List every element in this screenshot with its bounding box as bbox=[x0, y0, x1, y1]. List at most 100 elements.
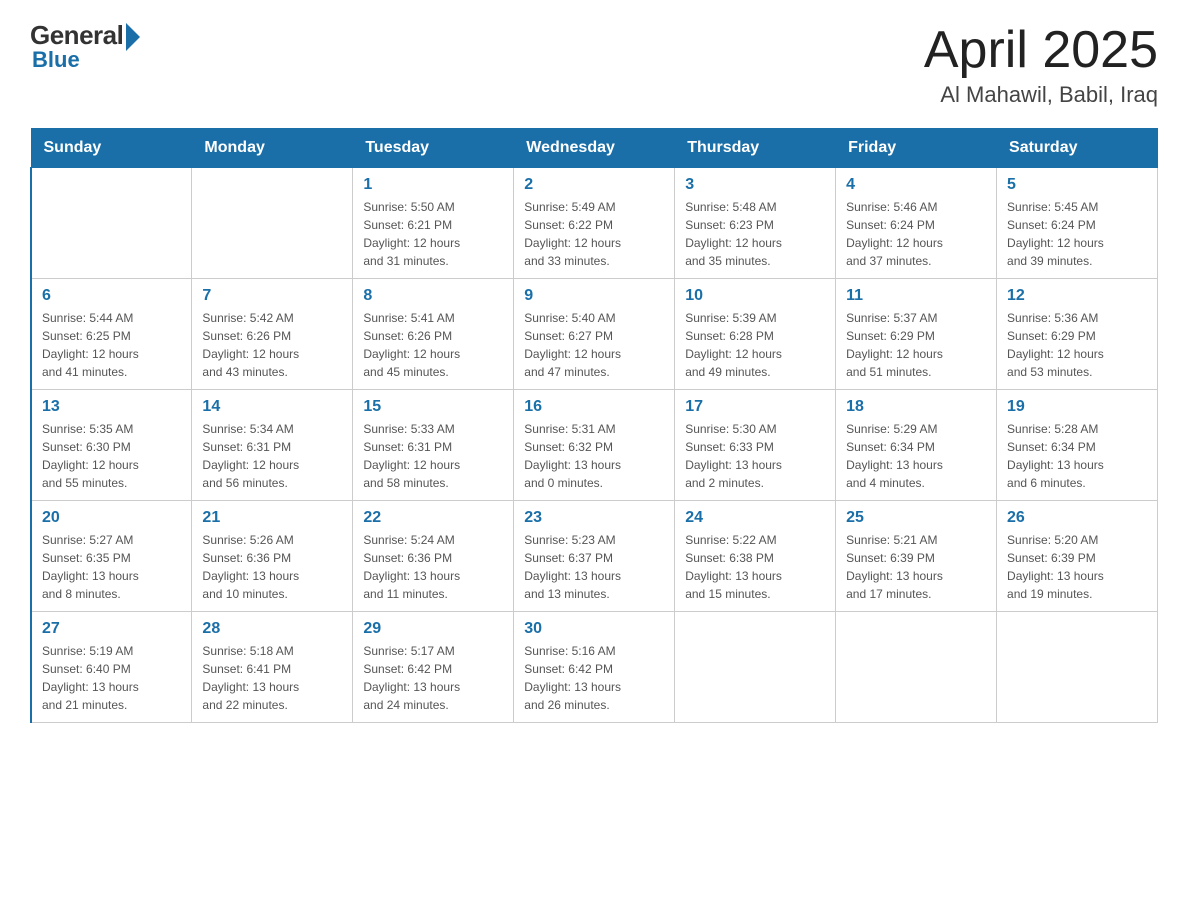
calendar-day-header: Wednesday bbox=[514, 129, 675, 168]
day-info: Sunrise: 5:42 AM Sunset: 6:26 PM Dayligh… bbox=[202, 309, 342, 381]
calendar-cell: 30 Sunrise: 5:16 AM Sunset: 6:42 PM Dayli… bbox=[514, 612, 675, 723]
logo-blue-bottom: Blue bbox=[32, 47, 80, 73]
calendar-cell: 23Sunrise: 5:23 AM Sunset: 6:37 PM Dayli… bbox=[514, 501, 675, 612]
day-number: 9 bbox=[524, 287, 664, 305]
day-info: Sunrise: 5:40 AM Sunset: 6:27 PM Dayligh… bbox=[524, 309, 664, 381]
day-number: 24 bbox=[685, 509, 825, 527]
day-info: Sunrise: 5:29 AM Sunset: 6:34 PM Dayligh… bbox=[846, 420, 986, 492]
day-number: 17 bbox=[685, 398, 825, 416]
day-number: 25 bbox=[846, 509, 986, 527]
calendar-cell bbox=[675, 612, 836, 723]
day-info: Sunrise: 5:31 AM Sunset: 6:32 PM Dayligh… bbox=[524, 420, 664, 492]
calendar-cell: 25 Sunrise: 5:21 AM Sunset: 6:39 PM Dayli… bbox=[836, 501, 997, 612]
title-block: April 2025 Al Mahawil, Babil, Iraq bbox=[924, 20, 1158, 108]
day-number: 22 bbox=[363, 509, 503, 527]
calendar-cell: 27 Sunrise: 5:19 AM Sunset: 6:40 PM Dayli… bbox=[31, 612, 192, 723]
day-number: 14 bbox=[202, 398, 342, 416]
day-info: Sunrise: 5:28 AM Sunset: 6:34 PM Dayligh… bbox=[1007, 420, 1147, 492]
day-number: 27 bbox=[42, 620, 181, 638]
calendar-week-row: 6 Sunrise: 5:44 AM Sunset: 6:25 PM Daylig… bbox=[31, 279, 1158, 390]
day-number: 30 bbox=[524, 620, 664, 638]
day-number: 13 bbox=[42, 398, 181, 416]
calendar-cell: 13 Sunrise: 5:35 AM Sunset: 6:30 PM Dayli… bbox=[31, 390, 192, 501]
logo: General Blue bbox=[30, 20, 142, 73]
calendar-cell: 8 Sunrise: 5:41 AM Sunset: 6:26 PM Daylig… bbox=[353, 279, 514, 390]
calendar-day-header: Friday bbox=[836, 129, 997, 168]
day-number: 11 bbox=[846, 287, 986, 305]
calendar-cell: 14 Sunrise: 5:34 AM Sunset: 6:31 PM Dayli… bbox=[192, 390, 353, 501]
day-info: Sunrise: 5:18 AM Sunset: 6:41 PM Dayligh… bbox=[202, 642, 342, 714]
day-number: 15 bbox=[363, 398, 503, 416]
calendar-cell: 3 Sunrise: 5:48 AM Sunset: 6:23 PM Daylig… bbox=[675, 168, 836, 279]
day-number: 20 bbox=[42, 509, 181, 527]
day-number: 6 bbox=[42, 287, 181, 305]
calendar-cell: 16 Sunrise: 5:31 AM Sunset: 6:32 PM Dayli… bbox=[514, 390, 675, 501]
day-number: 16 bbox=[524, 398, 664, 416]
calendar-title: April 2025 bbox=[924, 20, 1158, 80]
page-header: General Blue April 2025 Al Mahawil, Babi… bbox=[30, 20, 1158, 108]
calendar-cell: 7 Sunrise: 5:42 AM Sunset: 6:26 PM Daylig… bbox=[192, 279, 353, 390]
day-info: Sunrise: 5:48 AM Sunset: 6:23 PM Dayligh… bbox=[685, 198, 825, 270]
day-info: Sunrise: 5:16 AM Sunset: 6:42 PM Dayligh… bbox=[524, 642, 664, 714]
calendar-week-row: 27 Sunrise: 5:19 AM Sunset: 6:40 PM Dayli… bbox=[31, 612, 1158, 723]
calendar-cell: 24Sunrise: 5:22 AM Sunset: 6:38 PM Dayli… bbox=[675, 501, 836, 612]
day-number: 10 bbox=[685, 287, 825, 305]
calendar-day-header: Monday bbox=[192, 129, 353, 168]
calendar-cell: 1Sunrise: 5:50 AM Sunset: 6:21 PM Daylig… bbox=[353, 168, 514, 279]
calendar-header-row: SundayMondayTuesdayWednesdayThursdayFrid… bbox=[31, 129, 1158, 168]
calendar-table: SundayMondayTuesdayWednesdayThursdayFrid… bbox=[30, 128, 1158, 723]
day-number: 21 bbox=[202, 509, 342, 527]
day-number: 7 bbox=[202, 287, 342, 305]
calendar-cell: 26Sunrise: 5:20 AM Sunset: 6:39 PM Dayli… bbox=[997, 501, 1158, 612]
day-number: 3 bbox=[685, 176, 825, 194]
day-number: 8 bbox=[363, 287, 503, 305]
day-number: 1 bbox=[363, 176, 503, 194]
day-info: Sunrise: 5:21 AM Sunset: 6:39 PM Dayligh… bbox=[846, 531, 986, 603]
day-number: 12 bbox=[1007, 287, 1147, 305]
day-info: Sunrise: 5:27 AM Sunset: 6:35 PM Dayligh… bbox=[42, 531, 181, 603]
calendar-cell: 22Sunrise: 5:24 AM Sunset: 6:36 PM Dayli… bbox=[353, 501, 514, 612]
day-info: Sunrise: 5:26 AM Sunset: 6:36 PM Dayligh… bbox=[202, 531, 342, 603]
day-number: 28 bbox=[202, 620, 342, 638]
calendar-cell: 5 Sunrise: 5:45 AM Sunset: 6:24 PM Daylig… bbox=[997, 168, 1158, 279]
calendar-cell: 18 Sunrise: 5:29 AM Sunset: 6:34 PM Dayli… bbox=[836, 390, 997, 501]
calendar-day-header: Tuesday bbox=[353, 129, 514, 168]
day-info: Sunrise: 5:35 AM Sunset: 6:30 PM Dayligh… bbox=[42, 420, 181, 492]
day-number: 19 bbox=[1007, 398, 1147, 416]
calendar-cell: 28 Sunrise: 5:18 AM Sunset: 6:41 PM Dayli… bbox=[192, 612, 353, 723]
day-info: Sunrise: 5:30 AM Sunset: 6:33 PM Dayligh… bbox=[685, 420, 825, 492]
day-info: Sunrise: 5:41 AM Sunset: 6:26 PM Dayligh… bbox=[363, 309, 503, 381]
calendar-cell: 6 Sunrise: 5:44 AM Sunset: 6:25 PM Daylig… bbox=[31, 279, 192, 390]
day-info: Sunrise: 5:45 AM Sunset: 6:24 PM Dayligh… bbox=[1007, 198, 1147, 270]
day-info: Sunrise: 5:36 AM Sunset: 6:29 PM Dayligh… bbox=[1007, 309, 1147, 381]
day-info: Sunrise: 5:44 AM Sunset: 6:25 PM Dayligh… bbox=[42, 309, 181, 381]
day-info: Sunrise: 5:19 AM Sunset: 6:40 PM Dayligh… bbox=[42, 642, 181, 714]
calendar-cell bbox=[31, 168, 192, 279]
calendar-subtitle: Al Mahawil, Babil, Iraq bbox=[924, 82, 1158, 108]
day-number: 5 bbox=[1007, 176, 1147, 194]
day-info: Sunrise: 5:49 AM Sunset: 6:22 PM Dayligh… bbox=[524, 198, 664, 270]
day-info: Sunrise: 5:37 AM Sunset: 6:29 PM Dayligh… bbox=[846, 309, 986, 381]
calendar-cell bbox=[836, 612, 997, 723]
calendar-cell: 10 Sunrise: 5:39 AM Sunset: 6:28 PM Dayli… bbox=[675, 279, 836, 390]
calendar-week-row: 1Sunrise: 5:50 AM Sunset: 6:21 PM Daylig… bbox=[31, 168, 1158, 279]
calendar-day-header: Saturday bbox=[997, 129, 1158, 168]
day-number: 29 bbox=[363, 620, 503, 638]
day-info: Sunrise: 5:17 AM Sunset: 6:42 PM Dayligh… bbox=[363, 642, 503, 714]
day-info: Sunrise: 5:23 AM Sunset: 6:37 PM Dayligh… bbox=[524, 531, 664, 603]
day-info: Sunrise: 5:33 AM Sunset: 6:31 PM Dayligh… bbox=[363, 420, 503, 492]
calendar-cell: 21 Sunrise: 5:26 AM Sunset: 6:36 PM Dayli… bbox=[192, 501, 353, 612]
day-number: 2 bbox=[524, 176, 664, 194]
day-info: Sunrise: 5:34 AM Sunset: 6:31 PM Dayligh… bbox=[202, 420, 342, 492]
calendar-cell: 9 Sunrise: 5:40 AM Sunset: 6:27 PM Daylig… bbox=[514, 279, 675, 390]
calendar-cell: 4Sunrise: 5:46 AM Sunset: 6:24 PM Daylig… bbox=[836, 168, 997, 279]
day-info: Sunrise: 5:39 AM Sunset: 6:28 PM Dayligh… bbox=[685, 309, 825, 381]
day-info: Sunrise: 5:20 AM Sunset: 6:39 PM Dayligh… bbox=[1007, 531, 1147, 603]
calendar-cell: 20 Sunrise: 5:27 AM Sunset: 6:35 PM Dayli… bbox=[31, 501, 192, 612]
calendar-cell: 29 Sunrise: 5:17 AM Sunset: 6:42 PM Dayli… bbox=[353, 612, 514, 723]
day-number: 18 bbox=[846, 398, 986, 416]
calendar-day-header: Sunday bbox=[31, 129, 192, 168]
calendar-cell: 15 Sunrise: 5:33 AM Sunset: 6:31 PM Dayli… bbox=[353, 390, 514, 501]
calendar-cell: 19 Sunrise: 5:28 AM Sunset: 6:34 PM Dayli… bbox=[997, 390, 1158, 501]
day-number: 4 bbox=[846, 176, 986, 194]
